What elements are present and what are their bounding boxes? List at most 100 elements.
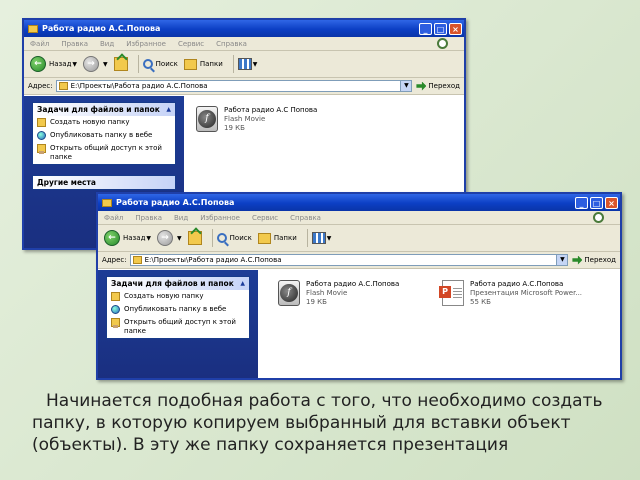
toolbar-separator [211, 229, 213, 247]
minimize-icon[interactable]: _ [575, 196, 588, 209]
task-label: Опубликовать папку в вебе [124, 305, 227, 313]
close-icon[interactable]: × [605, 196, 618, 209]
folder-icon [102, 198, 112, 207]
folders-label: Папки [199, 60, 223, 68]
folders-icon [257, 232, 271, 244]
forward-button[interactable]: → ▼ [83, 56, 108, 72]
title-bar[interactable]: Работа радио А.С.Попова _ □ × [24, 20, 464, 37]
task-share-folder[interactable]: Открыть общий доступ к этой папке [107, 316, 249, 338]
task-label: Открыть общий доступ к этой папке [50, 144, 162, 161]
search-label: Поиск [155, 60, 178, 68]
menu-bar: Файл Правка Вид Избранное Сервис Справка [98, 211, 620, 225]
task-pane: Задачи для файлов и папок ▲ Создать нову… [98, 270, 258, 378]
menu-bar: Файл Правка Вид Избранное Сервис Справка [24, 37, 464, 51]
menu-tools[interactable]: Сервис [252, 214, 278, 222]
menu-favorites[interactable]: Избранное [126, 40, 166, 48]
other-places-header[interactable]: Другие места [32, 175, 176, 190]
chevron-up-icon[interactable]: ▲ [166, 106, 171, 113]
new-folder-icon [111, 292, 120, 301]
forward-button[interactable]: → ▼ [157, 230, 182, 246]
other-places-label: Другие места [37, 178, 96, 187]
task-box: Задачи для файлов и папок ▲ Создать нову… [106, 276, 250, 339]
up-folder-button[interactable] [113, 57, 128, 71]
task-header[interactable]: Задачи для файлов и папок ▲ [107, 277, 249, 290]
menu-edit[interactable]: Правка [135, 214, 162, 222]
file-item[interactable]: f Работа радио А.С.Попова Flash Movie 19… [278, 280, 399, 307]
menu-help[interactable]: Справка [216, 40, 247, 48]
menu-file[interactable]: Файл [30, 40, 49, 48]
folders-button[interactable]: Папки [183, 58, 223, 70]
task-new-folder[interactable]: Создать новую папку [107, 290, 249, 303]
window-title: Работа радио А.С.Попова [116, 198, 235, 207]
chevron-up-icon[interactable]: ▲ [240, 280, 245, 287]
menu-view[interactable]: Вид [100, 40, 114, 48]
window-title: Работа радио А.С.Попова [42, 24, 161, 33]
task-label: Опубликовать папку в вебе [50, 131, 153, 139]
task-share-folder[interactable]: Открыть общий доступ к этой папке [33, 142, 175, 164]
folders-label: Папки [273, 234, 297, 242]
file-name: Работа радио А.С Попова [224, 106, 318, 114]
dropdown-arrow-icon: ▼ [326, 234, 332, 242]
new-folder-icon [37, 118, 46, 127]
folder-icon [28, 24, 38, 33]
task-publish-web[interactable]: Опубликовать папку в вебе [107, 303, 249, 316]
minimize-icon[interactable]: _ [419, 22, 432, 35]
windows-logo-icon [437, 38, 448, 49]
maximize-icon[interactable]: □ [434, 22, 447, 35]
back-button[interactable]: ← Назад ▼ [30, 56, 77, 72]
task-label: Создать новую папку [50, 118, 130, 126]
slide-caption: Начинается подобная работа с того, что н… [32, 391, 603, 455]
menu-favorites[interactable]: Избранное [200, 214, 240, 222]
search-button[interactable]: Поиск [216, 233, 252, 243]
menu-file[interactable]: Файл [104, 214, 123, 222]
task-header[interactable]: Задачи для файлов и папок ▲ [33, 103, 175, 116]
file-type: Flash Movie [306, 289, 348, 297]
go-label: Переход [428, 82, 460, 90]
back-label: Назад [123, 234, 146, 242]
go-button[interactable]: Переход [416, 81, 460, 91]
dropdown-arrow-icon: ▼ [177, 234, 182, 242]
views-button[interactable]: ▼ [237, 58, 257, 70]
go-arrow-icon [416, 81, 427, 91]
menu-tools[interactable]: Сервис [178, 40, 204, 48]
dropdown-arrow-icon: ▼ [103, 60, 108, 68]
folders-icon [183, 58, 197, 70]
task-new-folder[interactable]: Создать новую папку [33, 116, 175, 129]
task-label: Создать новую папку [124, 292, 204, 300]
dropdown-arrow-icon[interactable]: ▼ [400, 81, 412, 91]
menu-view[interactable]: Вид [174, 214, 188, 222]
toolbar-separator [232, 55, 234, 73]
title-bar[interactable]: Работа радио А.С.Попова _ □ × [98, 194, 620, 211]
dropdown-arrow-icon[interactable]: ▼ [556, 255, 568, 265]
views-button[interactable]: ▼ [311, 232, 332, 244]
dropdown-arrow-icon: ▼ [146, 234, 152, 242]
search-button[interactable]: Поиск [142, 59, 178, 69]
windows-logo-icon [593, 212, 604, 223]
forward-arrow-icon: → [157, 230, 174, 246]
up-folder-button[interactable] [187, 231, 202, 245]
task-publish-web[interactable]: Опубликовать папку в вебе [33, 129, 175, 142]
file-item[interactable]: f Работа радио А.С Попова Flash Movie 19… [196, 106, 317, 133]
share-folder-icon [37, 144, 46, 154]
go-button[interactable]: Переход [572, 255, 616, 265]
file-item[interactable]: P Работа радио А.С.Попова Презентация Mi… [439, 280, 582, 307]
powerpoint-icon: P [439, 280, 464, 306]
flash-movie-icon: f [196, 106, 218, 132]
file-type: Flash Movie [224, 115, 266, 123]
views-icon [237, 58, 252, 70]
address-value: E:\Проекты\Работа радио А.С.Попова [144, 256, 282, 264]
address-input[interactable]: E:\Проекты\Работа радио А.С.Попова ▼ [55, 80, 413, 92]
close-icon[interactable]: × [449, 22, 462, 35]
back-label: Назад [49, 60, 72, 68]
search-icon [142, 59, 153, 69]
folders-button[interactable]: Папки [257, 232, 297, 244]
toolbar: ← Назад ▼ → ▼ Поиск Папки ▼ [98, 225, 620, 252]
menu-help[interactable]: Справка [290, 214, 321, 222]
task-header-label: Задачи для файлов и папок [111, 279, 234, 288]
forward-arrow-icon: → [83, 56, 100, 72]
address-input[interactable]: E:\Проекты\Работа радио А.С.Попова ▼ [129, 254, 569, 266]
menu-edit[interactable]: Правка [61, 40, 88, 48]
back-button[interactable]: ← Назад ▼ [104, 230, 151, 246]
file-size: 19 КБ [306, 298, 327, 306]
maximize-icon[interactable]: □ [590, 196, 603, 209]
